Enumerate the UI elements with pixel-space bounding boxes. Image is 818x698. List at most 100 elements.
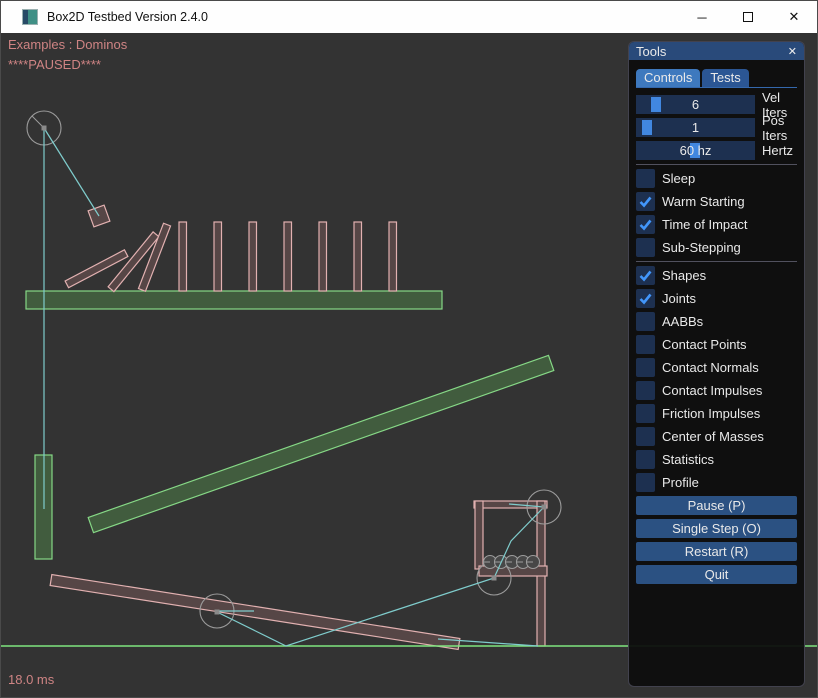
checkbox-label-friction-impulses: Friction Impulses [662, 406, 760, 421]
maximize-button[interactable] [725, 1, 771, 33]
check-mark-icon [638, 194, 653, 209]
checkbox-statistics[interactable] [636, 450, 655, 469]
checkbox-label-sleep: Sleep [662, 171, 695, 186]
checkbox-row-sleep[interactable]: Sleep [636, 169, 797, 188]
checkbox-label-warm-starting: Warm Starting [662, 194, 745, 209]
app-window: Box2D Testbed Version 2.4.0 ─ ✕ Examples… [0, 0, 818, 698]
scene-domino-7 [389, 222, 397, 291]
checkbox-row-warm-starting[interactable]: Warm Starting [636, 192, 797, 211]
slider-label-pos-iters: Pos Iters [762, 113, 797, 143]
pause-button[interactable]: Pause (P) [636, 496, 797, 515]
panel-close-icon[interactable]: ✕ [788, 45, 797, 58]
tab-bar: ControlsTests [636, 69, 797, 88]
scene-frame-left-post [475, 501, 483, 569]
maximize-icon [743, 12, 753, 22]
paused-label: ****PAUSED**** [8, 57, 101, 72]
slider-value-vel-iters: 6 [636, 95, 755, 114]
checkbox-row-shapes[interactable]: Shapes [636, 266, 797, 285]
checkbox-contact-impulses[interactable] [636, 381, 655, 400]
single-step-button[interactable]: Single Step (O) [636, 519, 797, 538]
slider-vel-iters[interactable]: 6Vel Iters [636, 95, 797, 114]
tab-tests[interactable]: Tests [702, 69, 748, 87]
slider-hertz[interactable]: 60 hz Hertz [636, 141, 797, 160]
checkbox-row-center-of-masses[interactable]: Center of Masses [636, 427, 797, 446]
scene-joint-anchor [542, 505, 547, 510]
scene-shelf-platform [26, 291, 442, 309]
tools-panel: Tools ✕ ControlsTests 6Vel Iters1Pos Ite… [628, 41, 805, 687]
example-label: Examples : Dominos [8, 37, 127, 52]
checkbox-label-contact-points: Contact Points [662, 337, 747, 352]
minimize-icon: ─ [697, 10, 706, 25]
slider-track-vel-iters[interactable]: 6 [636, 95, 755, 114]
check-mark-icon [638, 291, 653, 306]
checkbox-row-friction-impulses[interactable]: Friction Impulses [636, 404, 797, 423]
os-titlebar[interactable]: Box2D Testbed Version 2.4.0 ─ ✕ [1, 1, 817, 33]
scene-domino-2 [214, 222, 222, 291]
window-controls: ─ ✕ [679, 1, 817, 33]
frame-time-label: 18.0 ms [8, 672, 54, 687]
minimize-button[interactable]: ─ [679, 1, 725, 33]
checkbox-warm-starting[interactable] [636, 192, 655, 211]
slider-track-hertz[interactable]: 60 hz [636, 141, 755, 160]
scene-seesaw-ramp [50, 575, 460, 650]
slider-track-pos-iters[interactable]: 1 [636, 118, 755, 137]
checkbox-label-contact-normals: Contact Normals [662, 360, 759, 375]
checkbox-shapes[interactable] [636, 266, 655, 285]
checkbox-label-profile: Profile [662, 475, 699, 490]
scene-joint-anchor [492, 576, 497, 581]
checkbox-label-joints: Joints [662, 291, 696, 306]
tab-controls[interactable]: Controls [636, 69, 700, 87]
slider-value-hertz: 60 hz [636, 141, 755, 160]
app-icon [22, 9, 38, 25]
check-mark-icon [638, 268, 653, 283]
checkbox-row-sub-stepping[interactable]: Sub-Stepping [636, 238, 797, 257]
checkbox-label-sub-stepping: Sub-Stepping [662, 240, 741, 255]
checkbox-contact-points[interactable] [636, 335, 655, 354]
checkbox-friction-impulses[interactable] [636, 404, 655, 423]
checkbox-label-contact-impulses: Contact Impulses [662, 383, 762, 398]
close-button[interactable]: ✕ [771, 1, 817, 33]
checkbox-profile[interactable] [636, 473, 655, 492]
checkbox-row-profile[interactable]: Profile [636, 473, 797, 492]
scene-domino-3 [249, 222, 257, 291]
window-title: Box2D Testbed Version 2.4.0 [47, 10, 208, 24]
checkbox-contact-normals[interactable] [636, 358, 655, 377]
check-mark-icon [638, 217, 653, 232]
scene-domino-6 [354, 222, 362, 291]
checkbox-label-center-of-masses: Center of Masses [662, 429, 764, 444]
checkbox-row-joints[interactable]: Joints [636, 289, 797, 308]
slider-pos-iters[interactable]: 1Pos Iters [636, 118, 797, 137]
close-icon: ✕ [789, 9, 800, 25]
checkbox-row-statistics[interactable]: Statistics [636, 450, 797, 469]
scene-domino-5 [319, 222, 327, 291]
scene-domino-4 [284, 222, 292, 291]
scene-joint-anchor [215, 610, 220, 615]
checkbox-sleep[interactable] [636, 169, 655, 188]
scene-joint-2 [44, 128, 99, 216]
quit-button[interactable]: Quit [636, 565, 797, 584]
checkbox-label-statistics: Statistics [662, 452, 714, 467]
checkbox-sub-stepping[interactable] [636, 238, 655, 257]
checkbox-label-shapes: Shapes [662, 268, 706, 283]
separator [636, 261, 797, 262]
restart-button[interactable]: Restart (R) [636, 542, 797, 561]
checkbox-row-aabbs[interactable]: AABBs [636, 312, 797, 331]
scene-joint-anchor [42, 126, 47, 131]
checkbox-time-of-impact[interactable] [636, 215, 655, 234]
panel-body: 6Vel Iters1Pos Iters60 hzHertzSleepWarm … [629, 88, 804, 584]
checkbox-aabbs[interactable] [636, 312, 655, 331]
checkbox-joints[interactable] [636, 289, 655, 308]
slider-value-pos-iters: 1 [636, 118, 755, 137]
tools-panel-title: Tools [636, 44, 666, 59]
checkbox-row-contact-impulses[interactable]: Contact Impulses [636, 381, 797, 400]
checkbox-row-contact-normals[interactable]: Contact Normals [636, 358, 797, 377]
checkbox-label-time-of-impact: Time of Impact [662, 217, 747, 232]
tools-panel-titlebar[interactable]: Tools ✕ [629, 42, 804, 60]
separator [636, 164, 797, 165]
scene-domino-1 [179, 222, 187, 291]
slider-label-hertz: Hertz [762, 143, 793, 158]
checkbox-row-time-of-impact[interactable]: Time of Impact [636, 215, 797, 234]
checkbox-label-aabbs: AABBs [662, 314, 703, 329]
checkbox-center-of-masses[interactable] [636, 427, 655, 446]
checkbox-row-contact-points[interactable]: Contact Points [636, 335, 797, 354]
